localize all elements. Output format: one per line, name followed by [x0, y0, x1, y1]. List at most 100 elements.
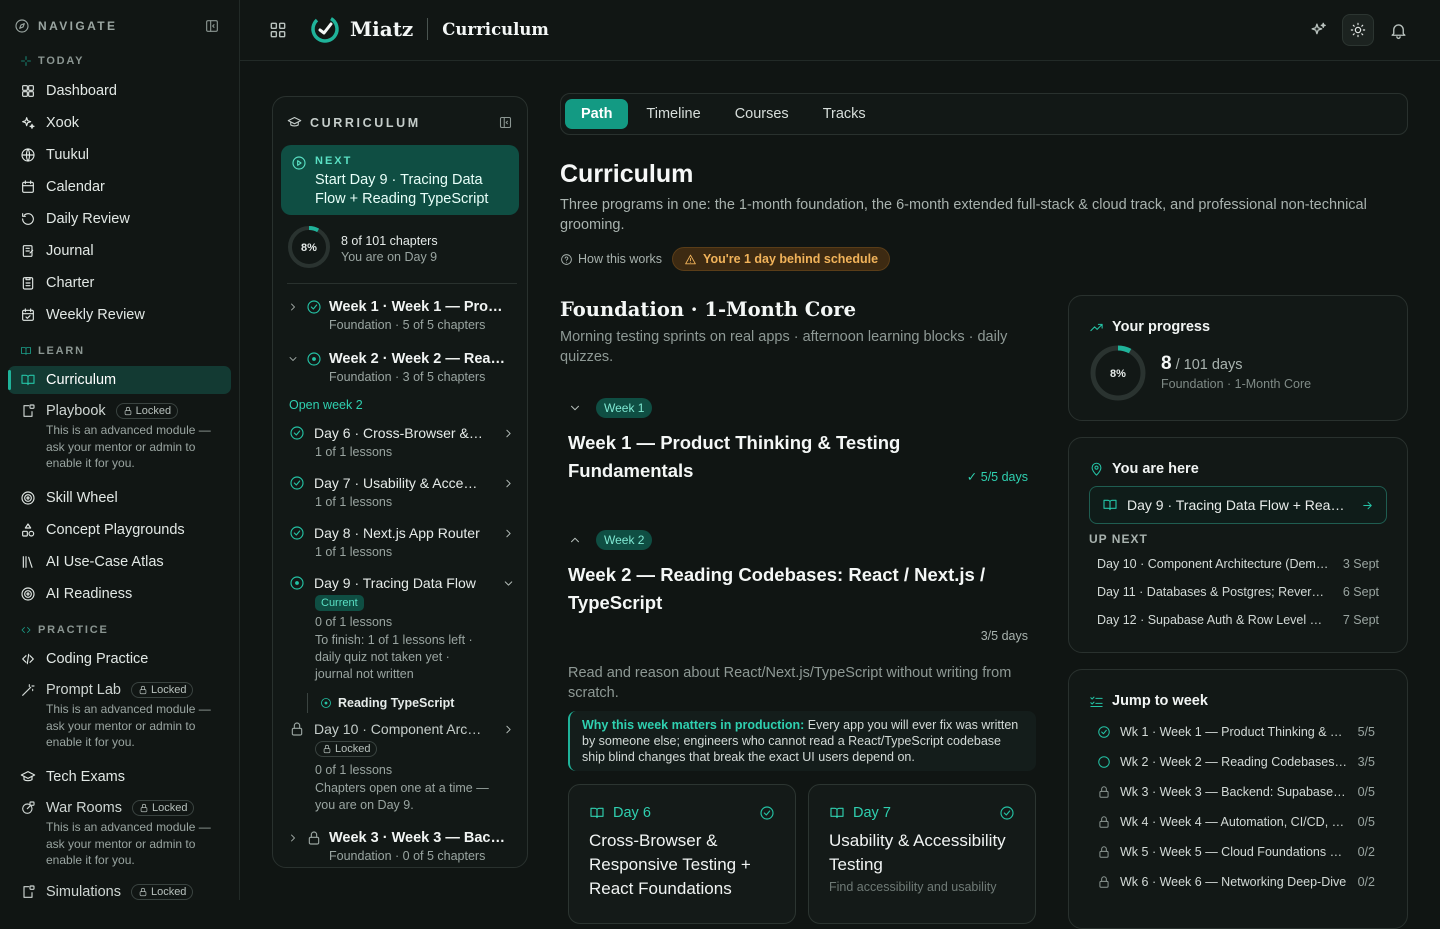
sparkles-icon — [1310, 22, 1326, 34]
current-day-button[interactable]: Day 9 · Tracing Data Flow + Reading Type… — [1089, 486, 1387, 524]
warning-icon — [685, 254, 696, 264]
calendar-check-icon — [22, 308, 34, 321]
notifications-button[interactable] — [1382, 14, 1414, 46]
sidebar-item-charter[interactable]: Charter — [8, 269, 231, 297]
locked-description: This is an advanced module — ask your me… — [46, 820, 211, 867]
apps-grid-button[interactable] — [262, 14, 294, 46]
day-7-row[interactable]: Day 7 · Usability & Accessibility 1 of 1… — [289, 475, 515, 511]
clipboard-icon — [22, 277, 34, 290]
sidebar-item-tech-exams[interactable]: Tech Exams — [8, 763, 231, 791]
current-badge: Current — [315, 595, 364, 611]
jump-week-6[interactable]: Wk 6 · Week 6 — Networking Deep-Dive 0/2 — [1097, 875, 1375, 889]
next-title: Start Day 9 · Tracing Data Flow + Readin… — [315, 172, 489, 207]
day-6-row[interactable]: Day 6 · Cross-Browser & Responsive Testi… — [289, 425, 515, 461]
week-1-title: Week 1 — Product Thinking & Testing Fund… — [568, 432, 901, 481]
jump-week-1[interactable]: Wk 1 · Week 1 — Product Thinking & Testi… — [1097, 725, 1375, 739]
brand[interactable]: Miatz Curriculum — [310, 14, 549, 44]
locked-badge: Locked — [315, 741, 378, 757]
collapse-panel-icon[interactable] — [498, 115, 513, 130]
chevron-right-icon — [506, 725, 511, 733]
top-bar: Miatz Curriculum — [240, 0, 1440, 61]
lock-icon — [124, 406, 131, 416]
tab-courses[interactable]: Courses — [719, 99, 805, 129]
sidebar-item-tuukul[interactable]: Tuukul — [8, 141, 231, 169]
week-1-pill: Week 1 — [596, 398, 653, 418]
navigate-header: NAVIGATE — [14, 18, 226, 34]
theme-toggle-button[interactable] — [1342, 14, 1374, 46]
lesson-reading-typescript[interactable]: Reading TypeScript — [307, 693, 507, 713]
sidebar-item-war-rooms-locked: War Rooms Locked This is an advanced mod… — [20, 800, 230, 869]
sidebar-item-journal[interactable]: Journal — [8, 237, 231, 265]
sidebar-item-curriculum[interactable]: Curriculum — [8, 366, 231, 394]
sidebar-item-dashboard[interactable]: Dashboard — [8, 77, 231, 105]
day-7-card[interactable]: Day 7 Usability & Accessibility Testing … — [808, 784, 1036, 924]
curriculum-panel-header: CURRICULUM — [287, 115, 513, 130]
day-6-card[interactable]: Day 6 Cross-Browser & Responsive Testing… — [568, 784, 796, 924]
page-title: Curriculum — [560, 160, 694, 188]
jump-week-3[interactable]: Wk 3 · Week 3 — Backend: Supabase, Postg… — [1097, 785, 1375, 799]
ai-assistant-button[interactable] — [1302, 14, 1334, 46]
sparkles-icon — [22, 117, 35, 129]
chevron-right-icon — [291, 834, 295, 842]
up-next-item[interactable]: Day 10 · Component Architecture (Dem… 3 … — [1097, 557, 1379, 571]
sidebar-item-calendar[interactable]: Calendar — [8, 173, 231, 201]
curriculum-panel: CURRICULUM NEXT Start Day 9 · Tracing Da… — [272, 96, 528, 868]
map-pin-icon — [1091, 462, 1102, 476]
sidebar-item-skill-wheel[interactable]: Skill Wheel — [8, 484, 231, 512]
up-next-label: UP NEXT — [1089, 532, 1148, 546]
book-open-icon — [21, 347, 31, 355]
arrow-right-icon — [1363, 501, 1372, 509]
week-1-toggle[interactable]: Week 1 — [568, 398, 653, 418]
progress-ring: 8% — [288, 226, 330, 268]
up-next-item[interactable]: Day 12 · Supabase Auth & Row Level Se… 7… — [1097, 613, 1379, 627]
sidebar-item-weekly-review[interactable]: Weekly Review — [8, 301, 231, 329]
week-3-row[interactable]: Week 3 · Week 3 — Backend Foundation · 0… — [287, 830, 517, 863]
progress-ring: 8% — [1090, 345, 1146, 401]
day-10-row[interactable]: Day 10 · Component Architecture Locked 0… — [289, 721, 515, 814]
program-name: Foundation · 1-Month Core — [1161, 377, 1312, 391]
day-9-row[interactable]: Day 9 · Tracing Data Flow Current 0 of 1… — [289, 575, 515, 683]
week-2-row[interactable]: Week 2 · Week 2 — Reading Codebases Foun… — [287, 351, 517, 384]
next-up-card[interactable]: NEXT Start Day 9 · Tracing Data Flow + R… — [281, 145, 519, 215]
collapse-sidebar-icon[interactable] — [204, 18, 220, 34]
how-this-works-link[interactable]: How this works — [560, 252, 662, 266]
jump-week-2[interactable]: Wk 2 · Week 2 — Reading Codebases: React… — [1097, 755, 1375, 769]
locked-document-icon — [23, 885, 35, 898]
day-8-row[interactable]: Day 8 · Next.js App Router 1 of 1 lesson… — [289, 525, 515, 561]
section-today: TODAY — [20, 55, 84, 67]
jump-week-5[interactable]: Wk 5 · Week 5 — Cloud Foundations & AWS … — [1097, 845, 1375, 859]
circle-icon — [1098, 756, 1110, 768]
sidebar: NAVIGATE TODAY Dashboard Xook Tuukul Cal… — [0, 0, 240, 900]
section-practice: PRACTICE — [20, 624, 109, 636]
sidebar-item-concept-playgrounds[interactable]: Concept Playgrounds — [8, 516, 231, 544]
graduation-cap-icon — [287, 116, 302, 127]
locked-badge: Locked — [130, 884, 194, 900]
sidebar-item-ai-use-case-atlas[interactable]: AI Use-Case Atlas — [8, 548, 231, 576]
tab-path[interactable]: Path — [565, 99, 629, 129]
sidebar-item-ai-readiness[interactable]: AI Readiness — [8, 580, 231, 608]
page-section-title: Curriculum — [442, 19, 549, 39]
week-1-row[interactable]: Week 1 · Week 1 — Product Thinking & Tes… — [287, 299, 517, 332]
sidebar-item-daily-review[interactable]: Daily Review — [8, 205, 231, 233]
circle-dot-icon — [307, 352, 321, 366]
check-circle-icon — [1098, 726, 1110, 738]
week-2-toggle[interactable]: Week 2 — [568, 530, 653, 550]
check-circle-icon — [307, 300, 321, 314]
page-description: Three programs in one: the 1-month found… — [560, 197, 1367, 233]
lock-icon — [291, 722, 303, 736]
code-icon — [21, 627, 31, 633]
tab-timeline[interactable]: Timeline — [630, 99, 716, 129]
open-week-link[interactable]: Open week 2 — [289, 398, 363, 412]
sidebar-item-xook[interactable]: Xook — [8, 109, 231, 137]
view-tabs: Path Timeline Courses Tracks — [560, 93, 1408, 135]
progress-ring-label: 8% — [1110, 368, 1126, 380]
help-circle-icon — [561, 253, 572, 265]
jump-week-4[interactable]: Wk 4 · Week 4 — Automation, CI/CD, Playw… — [1097, 815, 1375, 829]
tab-tracks[interactable]: Tracks — [807, 99, 882, 129]
you-are-here-card: You are here Day 9 · Tracing Data Flow +… — [1068, 437, 1408, 653]
up-next-item[interactable]: Day 11 · Databases & Postgres; Reverse… … — [1097, 585, 1379, 599]
section-learn: LEARN — [20, 345, 85, 357]
divider — [287, 283, 517, 284]
sidebar-item-coding-practice[interactable]: Coding Practice — [8, 645, 231, 673]
week-1-progress: ✓ 5/5 days — [966, 470, 1028, 484]
